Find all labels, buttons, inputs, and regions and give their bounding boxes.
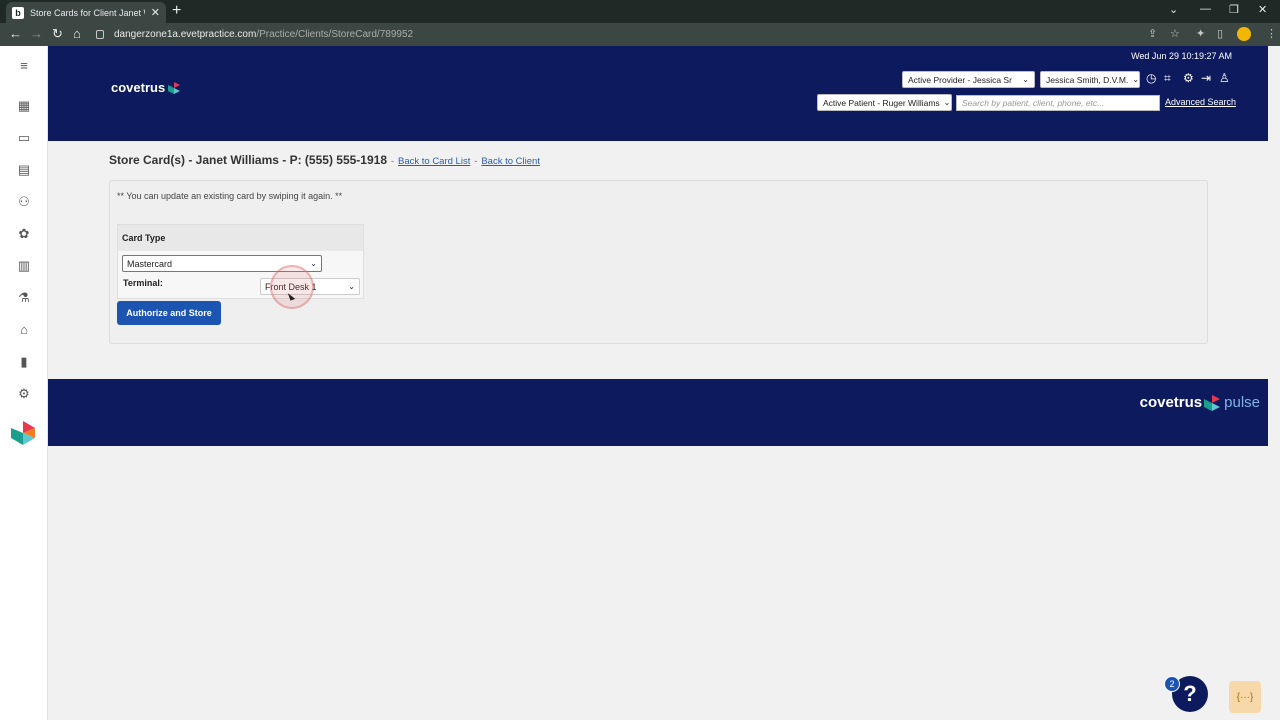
footer-logo-text: covetrus	[1139, 394, 1203, 411]
authorize-and-store-button[interactable]: Authorize and Store	[117, 301, 221, 325]
share-icon[interactable]: ⇪	[1148, 27, 1157, 40]
chevron-down-icon: ⌄	[1132, 75, 1140, 84]
new-tab-icon[interactable]: +	[172, 2, 181, 20]
clock-icon[interactable]: ◷	[1146, 71, 1156, 85]
dev-widget-button[interactable]: {···}	[1229, 681, 1261, 713]
back-to-client-link[interactable]: Back to Client	[481, 156, 540, 167]
app-header: covetrus Wed Jun 29 10:19:27 AM Active P…	[48, 46, 1268, 141]
settings-icon[interactable]: ⚙	[1183, 71, 1194, 85]
home-icon[interactable]: ⌂	[73, 26, 81, 42]
minimize-icon[interactable]: —	[1200, 3, 1211, 15]
barcode-icon[interactable]: ▮	[16, 354, 32, 370]
app-footer: covetrus pulse	[48, 379, 1268, 446]
gear-icon[interactable]: ⚙	[16, 386, 32, 402]
menu-icon[interactable]: ≡	[16, 58, 32, 74]
header-logo[interactable]: covetrus	[111, 80, 181, 95]
browser-toolbar: ← → ↻ ⌂ dangerzone1a.evetpractice.com/Pr…	[0, 23, 1280, 46]
header-datetime: Wed Jun 29 10:19:27 AM	[1131, 51, 1232, 61]
terminal-value: Front Desk 1	[265, 281, 317, 292]
chevron-down-icon: ⌄	[310, 259, 317, 268]
monitor-icon[interactable]: ▭	[16, 130, 32, 146]
profile-avatar[interactable]	[1237, 27, 1251, 41]
user-value: Jessica Smith, D.V.M.	[1046, 74, 1129, 85]
covetrus-mark-icon	[168, 81, 181, 94]
back-to-card-list-link[interactable]: Back to Card List	[398, 156, 470, 167]
separator: -	[474, 156, 478, 166]
terminal-label: Terminal:	[123, 278, 163, 288]
active-provider-select[interactable]: Active Provider - Jessica Sr ⌄	[902, 71, 1035, 88]
card-type-select[interactable]: Mastercard ⌄	[122, 255, 322, 272]
tab-title: Store Cards for Client Janet Willia	[30, 7, 145, 18]
active-patient-select[interactable]: Active Patient - Ruger Williams ⌄	[817, 94, 952, 111]
page-title: Store Card(s) - Janet Williams - P: (555…	[109, 153, 387, 167]
covetrus-logo-icon[interactable]	[10, 420, 36, 446]
chevron-down-icon: ⌄	[348, 282, 355, 291]
page-title-row: Store Card(s) - Janet Williams - P: (555…	[109, 153, 540, 167]
card-type-value: Mastercard	[127, 258, 173, 269]
help-badge: 2	[1164, 676, 1180, 692]
active-patient-value: Active Patient - Ruger Williams	[823, 97, 940, 108]
user-icon[interactable]: ♙	[1219, 71, 1230, 85]
chevron-down-icon: ⌄	[943, 98, 951, 107]
header-logo-text: covetrus	[111, 80, 166, 95]
flask-icon[interactable]: ⚗	[16, 290, 32, 306]
paw-icon[interactable]: ✿	[16, 226, 32, 242]
reload-icon[interactable]: ↻	[52, 26, 63, 42]
user-select[interactable]: Jessica Smith, D.V.M. ⌄	[1040, 71, 1140, 88]
side-panel-icon[interactable]: ▯	[1217, 27, 1223, 40]
logout-icon[interactable]: ⇥	[1201, 71, 1211, 85]
clipboard-icon[interactable]: ▤	[16, 162, 32, 178]
chevron-down-icon: ⌄	[1022, 75, 1029, 84]
footer-logo-pulse: pulse	[1224, 394, 1260, 411]
chart-icon[interactable]: ▥	[16, 258, 32, 274]
footer-logo: covetrus pulse	[1140, 394, 1260, 411]
url-host: dangerzone1a.evetpractice.com	[114, 29, 257, 40]
tab-search-icon[interactable]: ⌄	[1169, 3, 1178, 16]
tab-favicon-icon: b	[12, 6, 24, 19]
store-card-panel: ** You can update an existing card by sw…	[109, 180, 1208, 344]
forward-icon[interactable]: →	[30, 26, 43, 42]
address-bar[interactable]: dangerzone1a.evetpractice.com/Practice/C…	[96, 25, 1196, 44]
tag-icon[interactable]: ⌗	[1164, 71, 1171, 86]
browser-tabstrip: b Store Cards for Client Janet Willia ✕ …	[0, 0, 1280, 23]
restore-icon[interactable]: ❐	[1229, 3, 1239, 16]
advanced-search-link[interactable]: Advanced Search	[1165, 97, 1236, 107]
lock-icon	[96, 30, 104, 39]
browser-menu-icon[interactable]: ⋮	[1266, 27, 1277, 40]
browser-tab[interactable]: b Store Cards for Client Janet Willia ✕	[6, 2, 166, 23]
swipe-note: ** You can update an existing card by sw…	[117, 191, 343, 201]
people-icon[interactable]: ⚇	[16, 194, 32, 210]
terminal-select[interactable]: Front Desk 1 ⌄	[260, 278, 360, 295]
home-icon[interactable]: ⌂	[16, 322, 32, 338]
extensions-icon[interactable]: ✦	[1196, 27, 1205, 40]
tab-close-icon[interactable]: ✕	[151, 6, 160, 19]
close-window-icon[interactable]: ✕	[1258, 3, 1267, 16]
calendar-icon[interactable]: ▦	[16, 98, 32, 114]
url-path: /Practice/Clients/StoreCard/789952	[256, 29, 414, 40]
card-type-box: Card Type Mastercard ⌄ Terminal: Front De…	[117, 224, 364, 299]
bookmark-star-icon[interactable]: ☆	[1170, 27, 1180, 40]
active-provider-value: Active Provider - Jessica Sr	[908, 74, 1012, 85]
global-search-input[interactable]: Search by patient, client, phone, etc...	[956, 95, 1160, 111]
left-icon-rail: ≡ ▦ ▭ ▤ ⚇ ✿ ▥ ⚗ ⌂ ▮ ⚙	[0, 46, 48, 720]
card-type-label: Card Type	[118, 225, 363, 251]
back-icon[interactable]: ←	[9, 26, 22, 42]
covetrus-mark-icon	[1204, 394, 1221, 411]
separator: -	[391, 156, 394, 166]
